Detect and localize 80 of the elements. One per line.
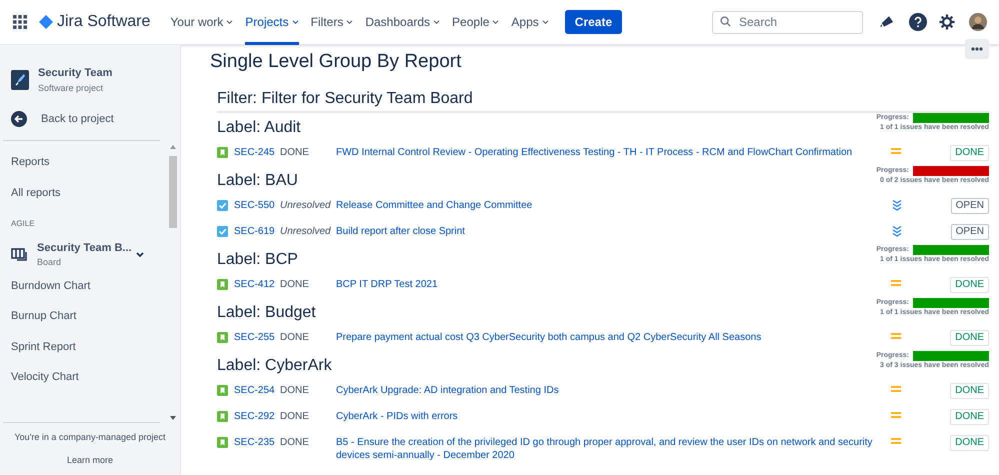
chevron-down-icon: [346, 20, 354, 24]
resolution-text: Unresolved: [280, 198, 332, 212]
chevron-down-icon: [433, 20, 440, 24]
board-icon: [11, 248, 28, 262]
nav-tab[interactable]: People: [452, 0, 500, 44]
resolution-text: DONE: [280, 330, 310, 344]
issue-key-link[interactable]: SEC-254: [234, 384, 280, 396]
resolution-text: Unresolved: [280, 224, 332, 238]
issue-key-link[interactable]: SEC-292: [234, 410, 280, 422]
project-type: Software project: [38, 82, 104, 95]
settings-icon[interactable]: [939, 14, 955, 30]
avatar[interactable]: [969, 13, 987, 31]
nav-tab[interactable]: Filters: [310, 0, 354, 44]
search-field[interactable]: Search: [712, 10, 863, 34]
sidebar-item[interactable]: Sprint Report: [11, 338, 168, 356]
issue-summary-link[interactable]: B5 - Ensure the creation of the privileged ID go through proper approval, and review the user IDs on network and security devices semi-annually - December 2020: [336, 436, 880, 462]
status-lozenge: DONE: [950, 276, 989, 292]
nav-tab[interactable]: Projects: [245, 0, 299, 44]
group-label: Label: Audit: [217, 118, 301, 138]
issue-summary-link[interactable]: Build report after close Sprint: [336, 224, 881, 238]
back-to-project-link[interactable]: Back to project: [0, 111, 180, 140]
group-label: Label: BCP: [217, 250, 298, 270]
sidebar-item[interactable]: Velocity Chart: [11, 369, 168, 387]
issue-key-link[interactable]: SEC-619: [234, 224, 280, 238]
project-name[interactable]: Security Team: [38, 65, 112, 82]
filter-heading: Filter: Filter for Security Team Board: [217, 88, 989, 112]
status-lozenge: DONE: [950, 330, 989, 346]
group-label: Label: BAU: [217, 170, 298, 190]
scroll-up-icon[interactable]: [170, 144, 176, 148]
nav-tab[interactable]: Apps: [511, 0, 549, 44]
nav-tab[interactable]: Your work: [170, 0, 234, 44]
issue-summary-link[interactable]: BCP IT DRP Test 2021: [336, 278, 880, 290]
search-icon: [720, 16, 731, 27]
issue-summary-link[interactable]: Prepare payment actual cost Q3 CyberSecurity both campus and Q2 CyberSecurity All Seasons: [336, 330, 880, 344]
resolution-text: DONE: [280, 410, 310, 422]
status-lozenge: OPEN: [950, 198, 989, 214]
issue-summary-link[interactable]: CyberArk Upgrade: AD integration and Testing IDs: [336, 384, 880, 396]
status-lozenge: OPEN: [950, 224, 989, 240]
status-lozenge: DONE: [950, 408, 989, 424]
sidebar-item[interactable]: Burndown Chart: [11, 278, 168, 296]
issue-key-link[interactable]: SEC-235: [234, 436, 280, 448]
learn-more-link[interactable]: Learn more: [66, 454, 114, 467]
resolution-text: DONE: [280, 278, 310, 290]
more-actions-button[interactable]: [965, 39, 989, 59]
chevron-down-icon: [542, 20, 549, 24]
chevron-down-icon: [226, 20, 234, 24]
section-heading: Reports: [11, 154, 51, 170]
app-switcher-icon[interactable]: [13, 15, 27, 29]
issue-key-link[interactable]: SEC-550: [234, 198, 280, 212]
issue-key-link[interactable]: SEC-255: [234, 330, 280, 344]
resolution-text: DONE: [280, 146, 310, 158]
board-selector[interactable]: Security Team B... Board: [11, 240, 168, 270]
more-icon: [971, 47, 983, 51]
status-lozenge: DONE: [950, 144, 989, 160]
chevron-down-icon: [136, 252, 144, 258]
issue-key-link[interactable]: SEC-245: [234, 146, 280, 158]
chevron-down-icon: [492, 20, 500, 24]
group-label: Label: CyberArk: [217, 356, 332, 376]
scrollbar-thumb[interactable]: [169, 156, 177, 228]
report-title: Single Level Group By Report: [210, 50, 462, 74]
nav-tab[interactable]: Dashboards: [365, 0, 440, 44]
help-icon[interactable]: [909, 13, 927, 31]
status-lozenge: DONE: [950, 434, 989, 450]
diamond-logo-icon: [39, 15, 53, 29]
group-label: Label: Budget: [217, 302, 316, 322]
status-lozenge: DONE: [950, 382, 989, 398]
issue-summary-link[interactable]: FWD Internal Control Review - Operating Effectiveness Testing - TH - IT Process - RCM and FlowChart Confirmation: [336, 146, 880, 158]
issue-summary-link[interactable]: Release Committee and Change Committee: [336, 198, 881, 212]
resolution-text: DONE: [280, 436, 310, 448]
product-name[interactable]: Jira Software: [57, 10, 150, 34]
issue-key-link[interactable]: SEC-412: [234, 278, 280, 290]
group-heading: AGILE: [11, 218, 36, 230]
chevron-down-icon: [292, 20, 299, 24]
sidebar-item[interactable]: Burnup Chart: [11, 308, 168, 326]
issue-summary-link[interactable]: CyberArk - PIDs with errors: [336, 410, 880, 422]
resolution-text: DONE: [280, 384, 310, 396]
all-reports-link[interactable]: All reports: [11, 184, 168, 202]
footer-note: You're in a company-managed project: [14, 431, 166, 444]
create-button[interactable]: Create: [564, 10, 622, 34]
scroll-down-icon[interactable]: [170, 416, 176, 420]
